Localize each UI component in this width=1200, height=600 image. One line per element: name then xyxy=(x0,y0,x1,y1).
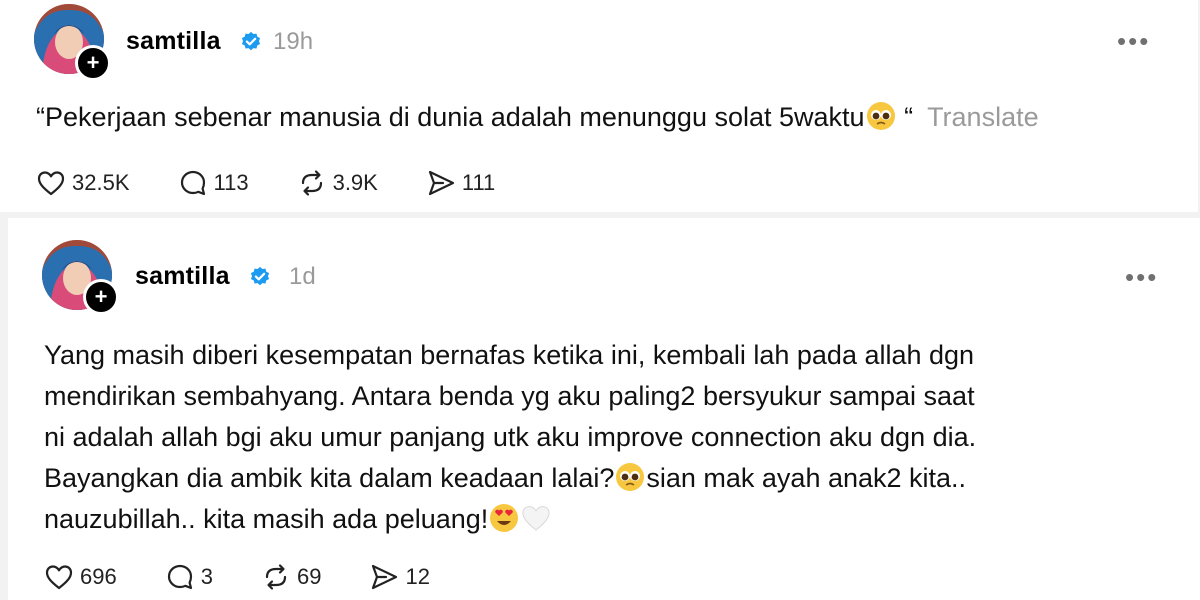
like-count: 696 xyxy=(80,564,117,589)
post-card: + samtilla 19h ••• “Pekerjaan sebenar ma… xyxy=(0,0,1198,212)
pleading-face-emoji xyxy=(614,461,646,493)
post-time[interactable]: 1d xyxy=(289,263,316,291)
repost-button[interactable]: 69 xyxy=(261,562,321,592)
pleading-face-emoji xyxy=(865,100,897,132)
post-text-line: mendirikan sembahyang. Antara benda yg a… xyxy=(44,381,975,411)
repost-count: 69 xyxy=(296,564,322,589)
heart-icon xyxy=(37,171,65,196)
verified-badge-icon xyxy=(241,31,261,51)
reply-count: 3 xyxy=(200,564,213,589)
more-options-icon[interactable]: ••• xyxy=(1117,28,1150,54)
post-text-line: nauzubillah.. kita masih ada peluang! xyxy=(44,499,1164,540)
post-text-line: Yang masih diberi kesempatan bernafas ke… xyxy=(44,340,975,370)
share-send-icon xyxy=(428,170,454,196)
reply-button[interactable]: 3 xyxy=(165,562,213,592)
translate-link[interactable]: Translate xyxy=(927,102,1039,132)
post-text: “Pekerjaan sebenar manusia di dunia adal… xyxy=(36,97,1039,138)
share-button[interactable]: 12 xyxy=(369,562,430,592)
post-text-part: “ xyxy=(896,102,914,132)
repost-button[interactable]: 3.9K xyxy=(297,168,378,198)
like-button[interactable]: 696 xyxy=(44,562,117,592)
post-text-part: sian mak ayah anak2 kita.. xyxy=(646,463,967,493)
post-text-line: Bayangkan dia ambik kita dalam keadaan l… xyxy=(44,458,1164,499)
share-button[interactable]: 111 xyxy=(426,168,495,198)
repost-icon xyxy=(265,564,287,590)
post-text-part: “Pekerjaan sebenar manusia di dunia adal… xyxy=(36,102,865,132)
post-actions: 32.5K 113 3.9K 111 xyxy=(36,168,543,198)
reply-bubble-icon xyxy=(180,170,205,196)
username[interactable]: samtilla xyxy=(126,27,221,56)
post-text-part: nauzubillah.. kita masih ada peluang! xyxy=(44,504,489,534)
follow-plus-icon[interactable]: + xyxy=(83,279,119,315)
post-text-part: Bayangkan dia ambik kita dalam keadaan l… xyxy=(44,463,615,493)
share-count: 111 xyxy=(461,170,496,195)
repost-count: 3.9K xyxy=(332,170,378,195)
heart-eyes-emoji xyxy=(488,502,520,534)
reply-button[interactable]: 113 xyxy=(178,168,249,198)
post-card: + samtilla 1d ••• Yang masih diberi kese… xyxy=(8,218,1200,600)
post-text-line: ni adalah allah bgi aku umur panjang utk… xyxy=(44,422,977,452)
repost-icon xyxy=(301,170,322,196)
share-send-icon xyxy=(372,564,398,590)
follow-plus-icon[interactable]: + xyxy=(75,45,111,81)
reply-count: 113 xyxy=(213,170,249,195)
share-count: 12 xyxy=(405,564,430,589)
post-text: Yang masih diberi kesempatan bernafas ke… xyxy=(44,335,1164,540)
heart-icon xyxy=(45,565,73,590)
like-count: 32.5K xyxy=(72,170,130,195)
more-options-icon[interactable]: ••• xyxy=(1125,264,1158,290)
like-button[interactable]: 32.5K xyxy=(36,168,130,198)
username[interactable]: samtilla xyxy=(135,262,230,291)
post-actions: 696 3 69 12 xyxy=(44,562,478,592)
verified-badge-icon xyxy=(250,266,270,286)
post-time[interactable]: 19h xyxy=(273,28,313,56)
white-heart-emoji xyxy=(520,502,552,534)
reply-bubble-icon xyxy=(167,564,192,590)
